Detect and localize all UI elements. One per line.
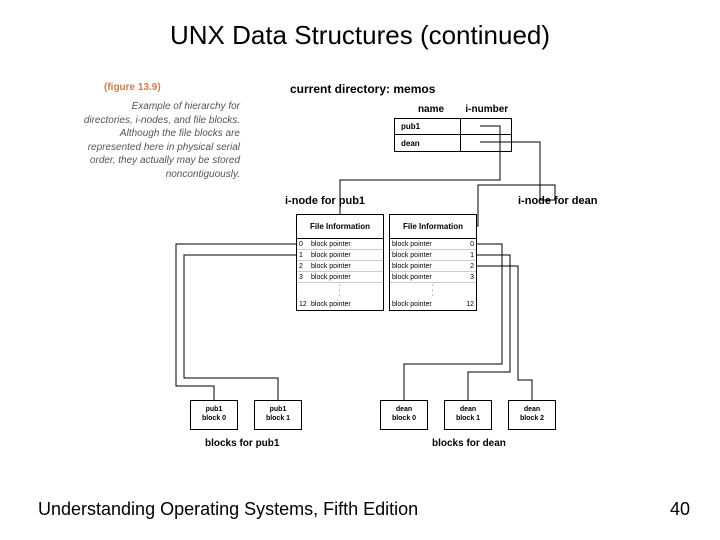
- footer-page-number: 40: [670, 499, 690, 520]
- inode-text: block pointer: [309, 252, 383, 259]
- inode-box-pub1: File Information 0block pointer 1block p…: [296, 214, 384, 311]
- dir-name-cell: dean: [395, 135, 461, 151]
- fblock-blk: block 0: [202, 415, 226, 424]
- file-block-pub1-1: pub1block 1: [254, 400, 302, 430]
- inode-row: 12block pointer: [297, 299, 383, 310]
- inode-header: File Information: [390, 215, 476, 239]
- ellipsis-icon: ···: [297, 283, 383, 299]
- inode-row: block pointer2: [390, 261, 476, 272]
- file-block-dean-0: deanblock 0: [380, 400, 428, 430]
- table-row: pub1: [395, 119, 511, 135]
- fblock-blk: block 0: [392, 415, 416, 424]
- file-block-pub1-0: pub1block 0: [190, 400, 238, 430]
- inode-text: block pointer: [309, 274, 383, 281]
- fblock-blk: block 2: [520, 415, 544, 424]
- inode-text: block pointer: [390, 274, 464, 281]
- inode-row: 1block pointer: [297, 250, 383, 261]
- inode-idx: 2: [297, 263, 309, 270]
- inode-text: block pointer: [309, 301, 383, 308]
- directory-table: pub1 dean: [394, 118, 512, 152]
- inode-row: 2block pointer: [297, 261, 383, 272]
- inode-idx: 1: [464, 252, 476, 259]
- fblock-name: dean: [460, 406, 476, 415]
- dir-col-name: name: [406, 104, 456, 115]
- inode-idx: 2: [464, 263, 476, 270]
- fblock-name: dean: [396, 406, 412, 415]
- inode-text: block pointer: [390, 301, 464, 308]
- inode-idx: 1: [297, 252, 309, 259]
- fblock-name: pub1: [270, 406, 287, 415]
- inode-text: block pointer: [309, 241, 383, 248]
- page-title: UNX Data Structures (continued): [0, 20, 720, 51]
- file-block-dean-2: deanblock 2: [508, 400, 556, 430]
- footer-book-title: Understanding Operating Systems, Fifth E…: [38, 499, 418, 520]
- inode-row: block pointer0: [390, 239, 476, 250]
- inode-idx: 12: [297, 301, 309, 308]
- inode-idx: 3: [297, 274, 309, 281]
- inode-idx: 3: [464, 274, 476, 281]
- blocks-label-pub1: blocks for pub1: [205, 438, 279, 449]
- dir-inum-cell: [461, 119, 511, 135]
- inode-idx: 0: [464, 241, 476, 248]
- inode-idx: 0: [297, 241, 309, 248]
- inode-idx: 12: [464, 301, 476, 308]
- table-row: dean: [395, 135, 511, 151]
- fblock-name: dean: [524, 406, 540, 415]
- fblock-blk: block 1: [456, 415, 480, 424]
- dir-inum-cell: [461, 135, 511, 151]
- inode-text: block pointer: [390, 252, 464, 259]
- figure-caption: Example of hierarchy for directories, i-…: [80, 100, 240, 181]
- dir-name-cell: pub1: [395, 119, 461, 135]
- inode-row: 0block pointer: [297, 239, 383, 250]
- file-block-dean-1: deanblock 1: [444, 400, 492, 430]
- inode-label-dean: i-node for dean: [518, 195, 597, 207]
- inode-text: block pointer: [309, 263, 383, 270]
- fblock-blk: block 1: [266, 415, 290, 424]
- inode-row: block pointer12: [390, 299, 476, 310]
- inode-text: block pointer: [390, 241, 464, 248]
- figure-label: (figure 13.9): [104, 82, 161, 93]
- blocks-label-dean: blocks for dean: [432, 438, 506, 449]
- inode-row: block pointer1: [390, 250, 476, 261]
- ellipsis-icon: ···: [390, 283, 476, 299]
- inode-box-dean: File Information block pointer0 block po…: [389, 214, 477, 311]
- inode-text: block pointer: [390, 263, 464, 270]
- inode-header: File Information: [297, 215, 383, 239]
- dir-col-inumber: i-number: [459, 104, 515, 115]
- fblock-name: pub1: [206, 406, 223, 415]
- directory-column-headers: name i-number: [406, 104, 515, 115]
- inode-label-pub1: i-node for pub1: [285, 195, 365, 207]
- current-directory-label: current directory: memos: [290, 82, 435, 96]
